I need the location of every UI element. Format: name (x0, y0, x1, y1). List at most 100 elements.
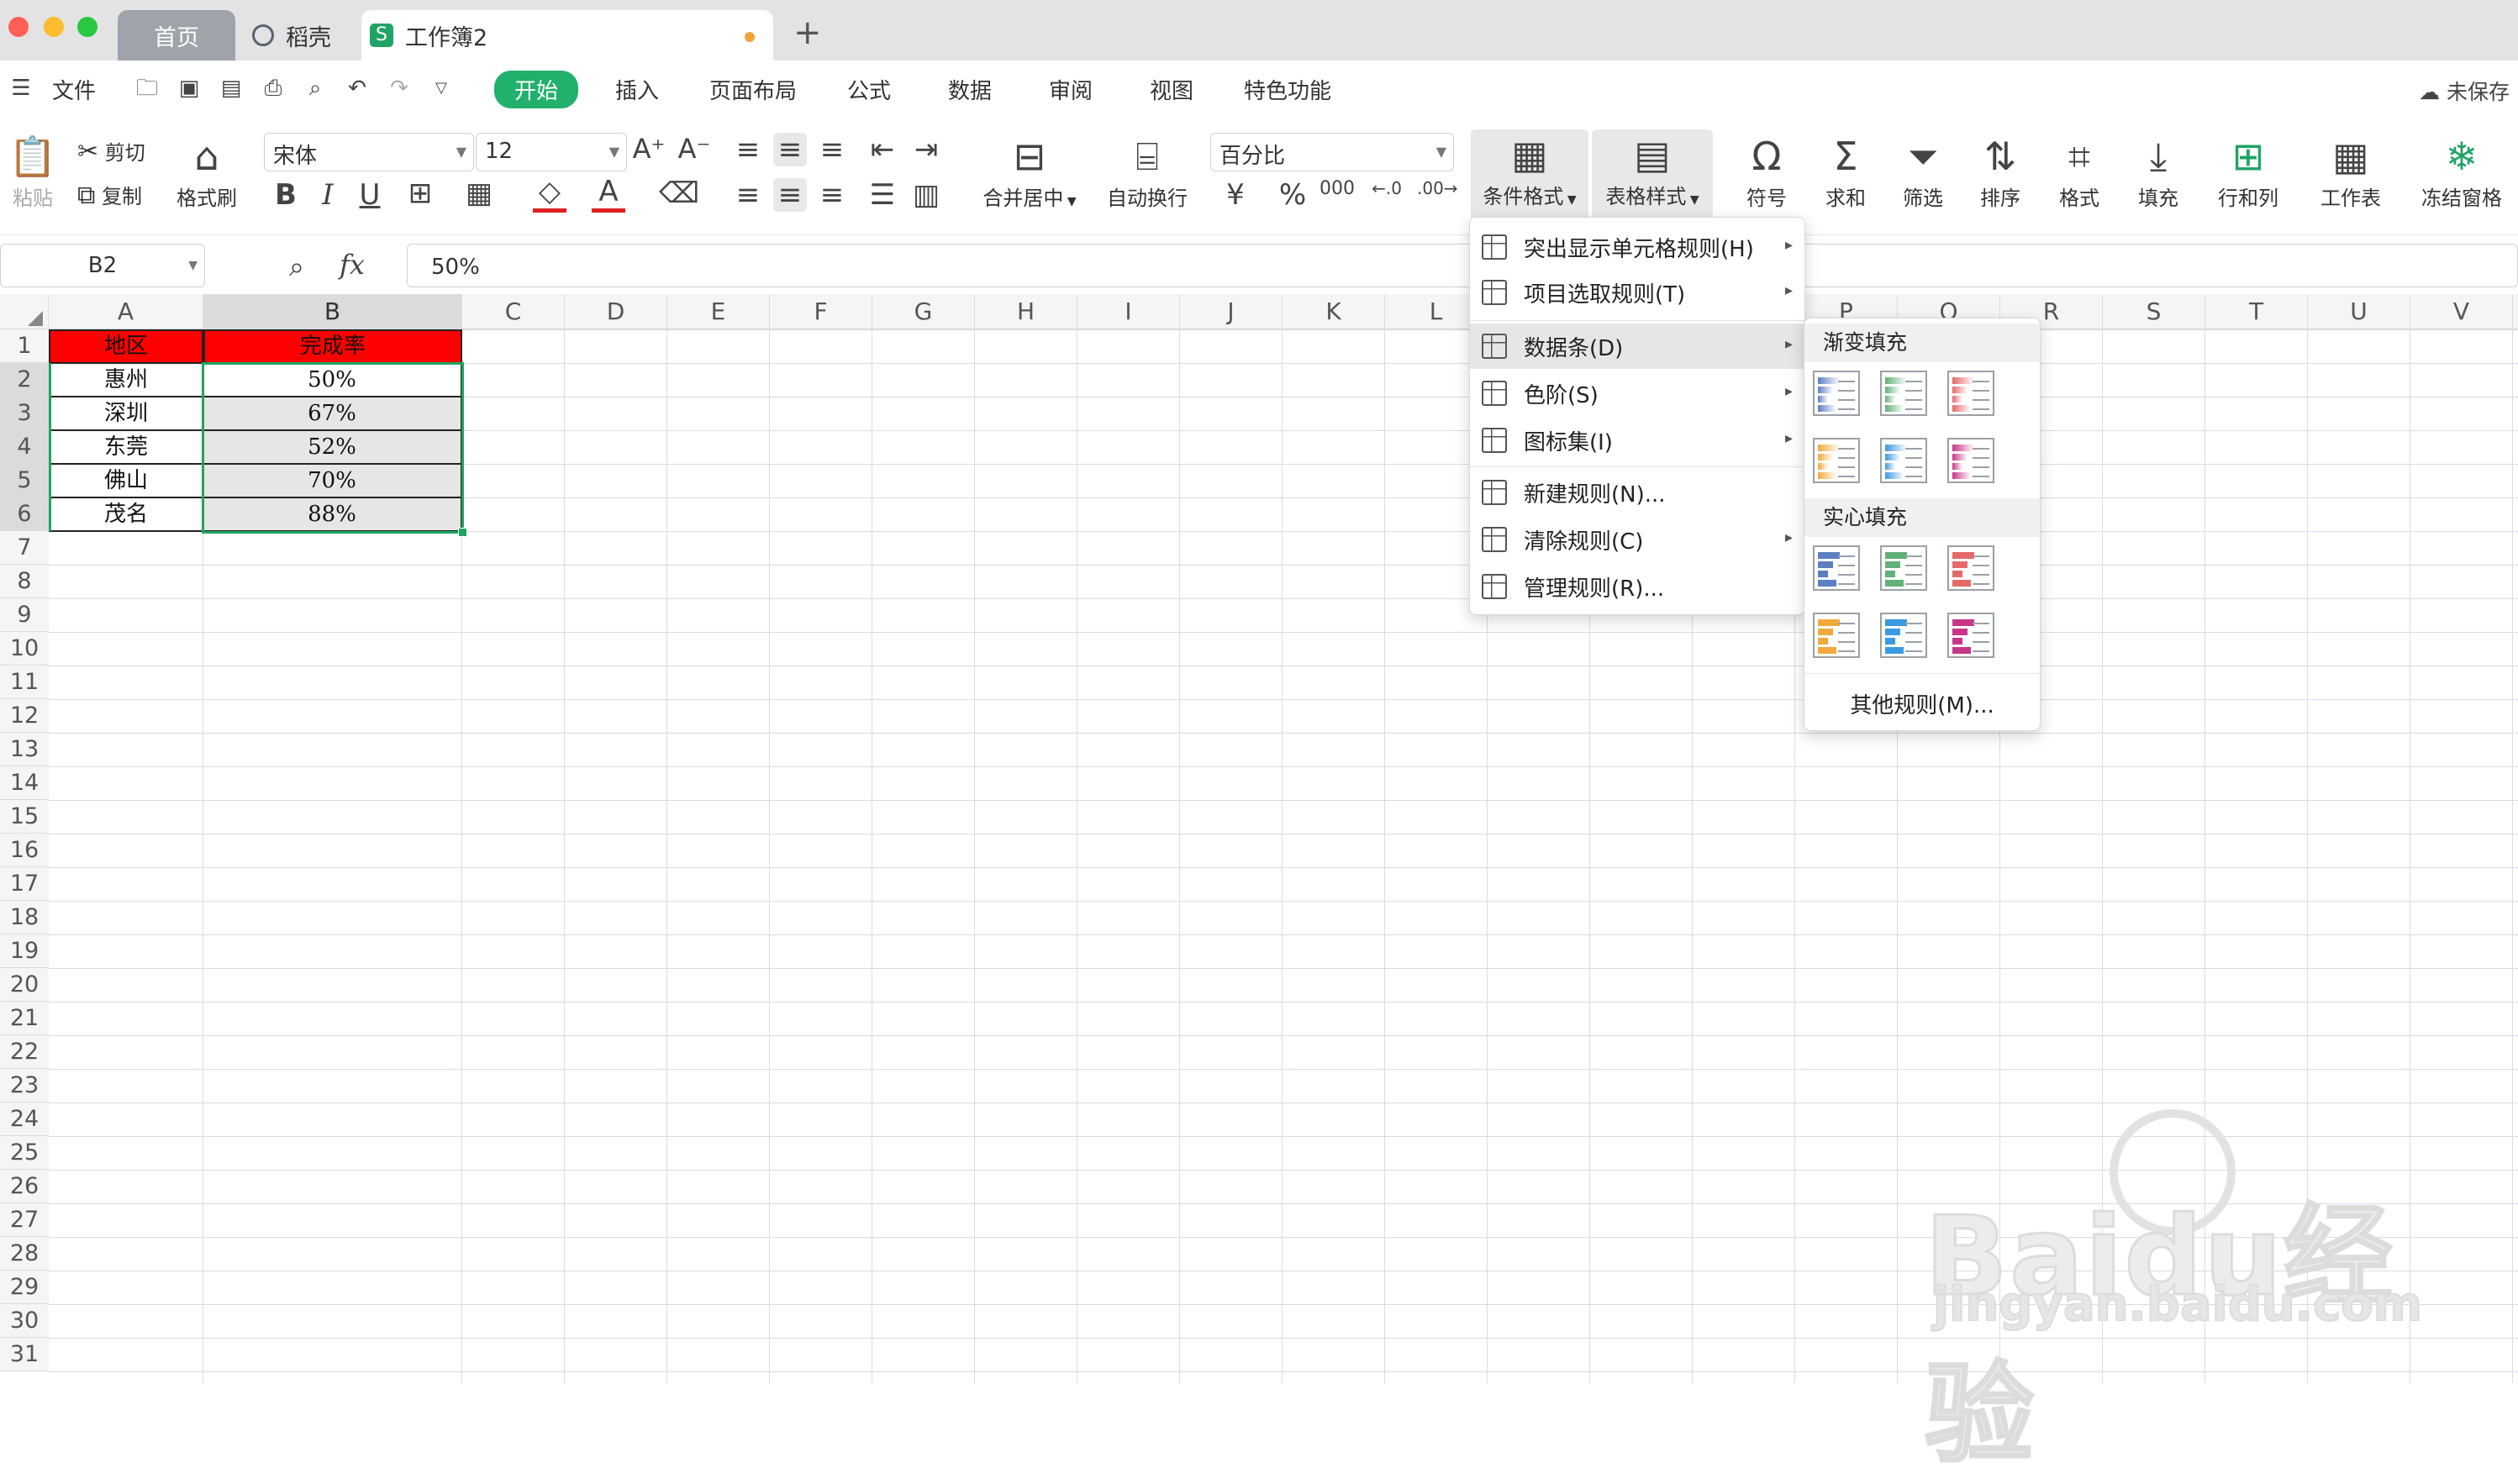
conditional-format-button[interactable]: ▦ 条件格式 ▼ (1471, 129, 1588, 227)
rows-cols-button[interactable]: ⊞ 行和列 (2202, 131, 2294, 211)
row-header-18[interactable]: 18 (0, 901, 49, 934)
name-box[interactable]: B2 ▼ (0, 244, 205, 287)
fx-button[interactable]: fx (340, 249, 365, 281)
row-header-1[interactable]: 1 (0, 329, 49, 363)
column-header-v[interactable]: V (2410, 294, 2513, 329)
column-header-e[interactable]: E (667, 294, 770, 329)
increase-font-icon[interactable]: A⁺ (632, 133, 666, 165)
zoom-formula-icon[interactable]: ⌕ (289, 250, 304, 283)
solid-databar-option-icon[interactable] (1813, 613, 1860, 658)
gradient-databar-option-icon[interactable] (1813, 371, 1860, 416)
paste-button[interactable]: 📋 粘贴 (3, 131, 62, 211)
header-cell[interactable]: 地区 (49, 329, 203, 364)
zoom-window-button[interactable] (77, 17, 97, 37)
redo-icon[interactable]: ↷ (387, 76, 412, 101)
align-left-icon[interactable]: ≡ (731, 178, 765, 212)
row-header-25[interactable]: 25 (0, 1136, 49, 1170)
table-cell[interactable]: 70% (203, 465, 462, 498)
cell-style-icon[interactable]: ▦ (462, 176, 496, 210)
print-preview-icon[interactable]: ⌕ (303, 76, 328, 101)
sort-button[interactable]: ⇅ 排序 (1965, 131, 2036, 211)
tab-home[interactable]: 首页 (118, 10, 235, 61)
other-rules-item[interactable]: 其他规则(M)... (1804, 688, 2040, 719)
menu-highlight-cells-rules[interactable]: 突出显示单元格规则(H) ▸ (1470, 224, 1804, 270)
decrease-indent-icon[interactable]: ⇤ (866, 133, 899, 166)
row-header-14[interactable]: 14 (0, 766, 49, 800)
column-header-j[interactable]: J (1180, 294, 1283, 329)
row-header-5[interactable]: 5 (0, 464, 49, 497)
filter-button[interactable]: ⏷ 筛选 (1888, 131, 1958, 211)
row-header-7[interactable]: 7 (0, 531, 49, 565)
table-cell[interactable]: 88% (203, 498, 462, 532)
worksheet-button[interactable]: ▦ 工作表 (2305, 131, 2397, 211)
tab-workbook[interactable]: S 工作簿2 (361, 10, 773, 61)
column-header-b[interactable]: B (203, 294, 462, 329)
number-format-select[interactable]: 百分比 ▼ (1210, 133, 1454, 171)
tab-insert[interactable]: 插入 (615, 74, 659, 105)
sum-button[interactable]: Σ 求和 (1810, 131, 1881, 211)
decrease-font-icon[interactable]: A⁻ (677, 133, 711, 165)
align-center-icon[interactable]: ≡ (773, 178, 807, 212)
align-bottom-icon[interactable]: ≡ (815, 133, 849, 166)
column-header-i[interactable]: I (1077, 294, 1180, 329)
font-name-select[interactable]: 宋体 ▼ (264, 133, 474, 171)
column-header-h[interactable]: H (975, 294, 1077, 329)
wrap-text-button[interactable]: ⌸ 自动换行 (1101, 131, 1193, 211)
cloud-save-status[interactable]: ☁ 未保存 (2419, 76, 2510, 106)
row-header-6[interactable]: 6 (0, 497, 49, 531)
font-color-icon[interactable]: A (592, 175, 625, 213)
solid-databar-option-icon[interactable] (1880, 545, 1927, 591)
menu-clear-rules[interactable]: 清除规则(C) ▸ (1470, 517, 1804, 562)
row-header-11[interactable]: 11 (0, 666, 49, 699)
justify-icon[interactable]: ☰ (866, 178, 899, 212)
open-icon[interactable]: 🗀 (134, 76, 160, 101)
row-header-22[interactable]: 22 (0, 1035, 49, 1069)
align-middle-icon[interactable]: ≡ (773, 133, 807, 166)
solid-databar-option-icon[interactable] (1880, 613, 1927, 658)
gradient-databar-option-icon[interactable] (1880, 371, 1927, 416)
row-header-21[interactable]: 21 (0, 1002, 49, 1035)
fill-button[interactable]: ⤓ 填充 (2123, 131, 2194, 211)
table-cell[interactable]: 惠州 (49, 364, 203, 397)
clear-format-icon[interactable]: ⌫ (659, 176, 699, 210)
solid-databar-option-icon[interactable] (1947, 613, 1994, 658)
customize-toolbar-icon[interactable]: ▽ (429, 76, 454, 101)
row-header-26[interactable]: 26 (0, 1170, 49, 1203)
row-header-27[interactable]: 27 (0, 1203, 49, 1237)
column-header-c[interactable]: C (462, 294, 565, 329)
table-cell[interactable]: 东莞 (49, 431, 203, 465)
table-cell[interactable]: 茂名 (49, 498, 203, 532)
symbol-button[interactable]: Ω 符号 (1731, 131, 1802, 211)
tab-formulas[interactable]: 公式 (847, 74, 891, 105)
italic-icon[interactable]: I (311, 178, 345, 212)
row-header-13[interactable]: 13 (0, 733, 49, 766)
table-cell[interactable]: 深圳 (49, 397, 203, 431)
row-header-20[interactable]: 20 (0, 968, 49, 1002)
menu-manage-rules[interactable]: 管理规则(R)... (1470, 564, 1804, 609)
table-cell[interactable]: 50% (203, 364, 462, 397)
file-menu[interactable]: 文件 (52, 74, 96, 105)
font-size-select[interactable]: 12 ▼ (476, 133, 627, 171)
table-cell[interactable]: 67% (203, 397, 462, 431)
tab-data[interactable]: 数据 (948, 74, 992, 105)
row-header-17[interactable]: 17 (0, 867, 49, 901)
row-header-12[interactable]: 12 (0, 699, 49, 733)
increase-indent-icon[interactable]: ⇥ (909, 133, 943, 166)
tab-review[interactable]: 审阅 (1049, 74, 1093, 105)
table-style-button[interactable]: ▤ 表格样式 ▼ (1592, 129, 1713, 227)
menu-data-bars[interactable]: 数据条(D) ▸ (1470, 324, 1804, 369)
row-header-31[interactable]: 31 (0, 1338, 49, 1371)
column-header-t[interactable]: T (2205, 294, 2308, 329)
currency-icon[interactable]: ¥ (1219, 178, 1252, 212)
save-icon[interactable]: ▣ (176, 76, 202, 101)
row-header-16[interactable]: 16 (0, 834, 49, 867)
bold-icon[interactable]: B (269, 178, 303, 212)
freeze-panes-button[interactable]: ❄ 冻结窗格 (2407, 131, 2516, 211)
header-cell[interactable]: 完成率 (203, 329, 462, 364)
align-top-icon[interactable]: ≡ (731, 133, 765, 166)
column-header-f[interactable]: F (770, 294, 872, 329)
merge-center-button[interactable]: ⊟ 合并居中 ▼ (975, 131, 1084, 211)
decrease-decimal-icon[interactable]: .00→ (1417, 178, 1458, 198)
undo-icon[interactable]: ↶ (345, 76, 370, 101)
table-cell[interactable]: 52% (203, 431, 462, 465)
